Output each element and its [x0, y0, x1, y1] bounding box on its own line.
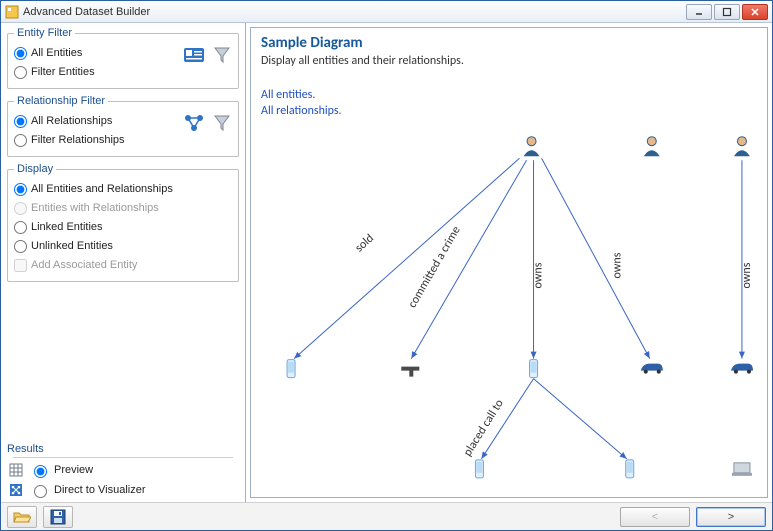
person-node-3[interactable]	[734, 136, 750, 156]
edge-call-label: placed call to	[461, 397, 507, 459]
save-button[interactable]	[43, 506, 73, 528]
display-withrel-row: Entities with Relationships	[14, 199, 234, 217]
display-unlinked-label: Unlinked Entities	[31, 240, 113, 252]
footer: < >	[1, 502, 772, 530]
edge-crime-label: committed a crime	[406, 224, 464, 311]
car-node-1[interactable]	[641, 364, 663, 374]
display-assoc-row: Add Associated Entity	[14, 256, 234, 274]
entity-card-icon[interactable]	[182, 43, 206, 67]
display-assoc-label: Add Associated Entity	[31, 259, 137, 271]
minimize-button[interactable]	[686, 4, 712, 20]
display-withrel-label: Entities with Relationships	[31, 202, 159, 214]
person-node-1[interactable]	[524, 136, 540, 156]
relationship-funnel-icon[interactable]	[210, 111, 234, 135]
diagram-canvas[interactable]: sold committed a crime owns owns owns pl…	[251, 28, 767, 494]
results-preview-label: Preview	[54, 464, 93, 476]
rel-all-radio[interactable]	[14, 115, 27, 128]
entity-funnel-icon[interactable]	[210, 43, 234, 67]
display-unlinked-row[interactable]: Unlinked Entities	[14, 237, 234, 255]
display-all-row[interactable]: All Entities and Relationships	[14, 180, 234, 198]
rel-filter-radio[interactable]	[14, 134, 27, 147]
results-direct-radio[interactable]	[34, 485, 47, 498]
results-preview-row[interactable]: Preview	[7, 460, 239, 480]
relationship-filter-group: Relationship Filter All Relationships Fi…	[7, 95, 239, 157]
car-node-2[interactable]	[731, 364, 753, 374]
display-unlinked-radio[interactable]	[14, 240, 27, 253]
entity-filter-legend: Entity Filter	[14, 27, 75, 39]
laptop-node[interactable]	[732, 463, 752, 476]
open-button[interactable]	[7, 506, 37, 528]
gun-node[interactable]	[401, 367, 419, 377]
display-linked-row[interactable]: Linked Entities	[14, 218, 234, 236]
display-linked-radio[interactable]	[14, 221, 27, 234]
app-icon	[5, 5, 19, 19]
edge-owns3-label: owns	[740, 262, 754, 288]
next-button-label: >	[728, 511, 734, 523]
back-button[interactable]: <	[620, 507, 690, 527]
entity-filter-label: Filter Entities	[31, 66, 95, 78]
diagram-panel: Sample Diagram Display all entities and …	[250, 27, 768, 498]
edge-owns2-label: owns	[611, 252, 625, 278]
display-linked-label: Linked Entities	[31, 221, 103, 233]
window-buttons	[686, 4, 768, 20]
entity-filter-group: Entity Filter All Entities Filter Entiti…	[7, 27, 239, 89]
phone-node-3[interactable]	[475, 460, 483, 478]
app-window: { "window": { "title": "Advanced Dataset…	[0, 0, 773, 531]
relationship-filter-legend: Relationship Filter	[14, 95, 108, 107]
results-group: Results Preview Direct to Visualizer	[7, 443, 239, 500]
close-button[interactable]	[742, 4, 768, 20]
phone-node-4[interactable]	[626, 460, 634, 478]
window-title: Advanced Dataset Builder	[23, 6, 686, 18]
floppy-disk-icon	[50, 509, 66, 525]
side-panel: Entity Filter All Entities Filter Entiti…	[1, 23, 246, 502]
body: Entity Filter All Entities Filter Entiti…	[1, 23, 772, 502]
next-button[interactable]: >	[696, 507, 766, 527]
relationship-icon[interactable]	[182, 111, 206, 135]
rel-filter-label: Filter Relationships	[31, 134, 125, 146]
display-all-radio[interactable]	[14, 183, 27, 196]
results-legend: Results	[7, 443, 239, 455]
display-all-label: All Entities and Relationships	[31, 183, 173, 195]
person-node-2[interactable]	[644, 136, 660, 156]
visualizer-icon	[7, 483, 25, 497]
display-withrel-radio	[14, 202, 27, 215]
display-assoc-check	[14, 259, 27, 272]
display-legend: Display	[14, 163, 56, 175]
maximize-button[interactable]	[714, 4, 740, 20]
results-direct-label: Direct to Visualizer	[54, 484, 146, 496]
grid-icon	[7, 463, 25, 477]
rel-all-label: All Relationships	[31, 115, 112, 127]
phone-node-1[interactable]	[287, 360, 295, 378]
entity-all-radio[interactable]	[14, 47, 27, 60]
edge-sold-label: sold	[353, 232, 377, 256]
titlebar: Advanced Dataset Builder	[1, 1, 772, 23]
back-button-label: <	[652, 511, 658, 523]
main-area: Sample Diagram Display all entities and …	[246, 23, 772, 502]
results-preview-radio[interactable]	[34, 465, 47, 478]
results-direct-row[interactable]: Direct to Visualizer	[7, 480, 239, 500]
phone-node-2[interactable]	[530, 360, 538, 378]
edge-owns1-label: owns	[532, 262, 546, 288]
entity-all-label: All Entities	[31, 47, 82, 59]
display-group: Display All Entities and Relationships E…	[7, 163, 239, 282]
folder-open-icon	[13, 510, 31, 524]
entity-filter-radio[interactable]	[14, 66, 27, 79]
